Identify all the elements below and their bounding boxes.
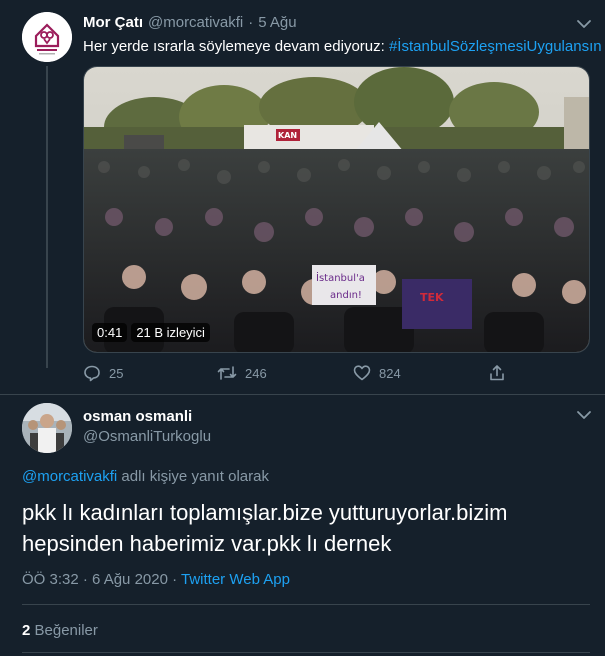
share-button[interactable]	[488, 364, 506, 382]
avatar[interactable]	[22, 12, 72, 62]
hashtag-link[interactable]: #İstanbulSözleşmesiUygulansın	[389, 38, 602, 55]
more-options-button[interactable]	[575, 15, 593, 38]
tweet-header: Mor Çatı @morcativakfi · 5 Ağu	[83, 14, 297, 31]
video-views: 21 B izleyici	[131, 323, 210, 342]
separator-dot: ·	[248, 14, 254, 31]
profile-photo	[22, 403, 72, 453]
tweet-text-line-1: pkk lı kadınları toplamışlar.bize yuttur…	[22, 500, 508, 525]
video-overlay: 0:41 21 B izleyici	[92, 323, 210, 342]
tweet-text: Her yerde ısrarla söylemeye devam ediyor…	[83, 37, 602, 57]
author-handle[interactable]: @morcativakfi	[148, 14, 243, 31]
tweet-timestamp[interactable]: ÖÖ 3:32 · 6 Ağu 2020 ·	[22, 571, 181, 588]
chevron-down-icon	[577, 411, 591, 419]
protest-sign-text: İstanbul'a	[316, 271, 365, 284]
video-thumbnail: İstanbul'a andın! TEK KAN	[84, 67, 589, 352]
author-name[interactable]: osman osmanli	[83, 408, 192, 425]
like-count: 824	[379, 365, 401, 381]
tent-text: KAN	[278, 131, 297, 140]
author-handle[interactable]: @OsmanliTurkoglu	[83, 428, 211, 445]
mor-cati-logo-icon	[22, 12, 72, 62]
likes-label: Beğeniler	[34, 622, 98, 639]
like-button[interactable]: 824	[353, 364, 401, 382]
likes-count: 2	[22, 622, 31, 639]
heart-icon	[353, 365, 371, 381]
tweet-source-link[interactable]: Twitter Web App	[181, 571, 290, 588]
share-icon	[490, 365, 504, 381]
thread-connector-line	[46, 66, 48, 368]
avatar[interactable]	[22, 403, 72, 453]
tweet-text-line-2: hepsinden haberimiz var.pkk lı dernek	[22, 531, 392, 556]
retweet-count: 246	[245, 365, 267, 381]
metadata-divider	[22, 604, 590, 605]
reply-button[interactable]: 25	[83, 364, 123, 382]
tweet-metadata: ÖÖ 3:32 · 6 Ağu 2020 · Twitter Web App	[22, 571, 290, 588]
banner-text: TEK	[420, 291, 444, 304]
author-name[interactable]: Mor Çatı	[83, 14, 143, 31]
reply-context: @morcativakfi adlı kişiye yanıt olarak	[22, 468, 269, 485]
more-options-button[interactable]	[575, 406, 593, 429]
reply-icon	[84, 365, 100, 382]
video-duration: 0:41	[92, 323, 128, 342]
reply-context-label: adlı kişiye yanıt olarak	[117, 468, 269, 485]
chevron-down-icon	[577, 20, 591, 28]
likes-summary[interactable]: 2 Beğeniler	[22, 622, 98, 639]
tweet-body: Her yerde ısrarla söylemeye devam ediyor…	[83, 38, 389, 55]
retweet-button[interactable]: 246	[217, 364, 267, 382]
bottom-divider	[22, 652, 590, 653]
video-player[interactable]: İstanbul'a andın! TEK KAN 0:41 21 B izle…	[83, 66, 590, 353]
tweet-divider	[0, 394, 605, 395]
tweet-date[interactable]: 5 Ağu	[258, 14, 296, 31]
replied-to-handle[interactable]: @morcativakfi	[22, 468, 117, 485]
retweet-icon	[217, 366, 237, 380]
protest-sign-text-2: andın!	[330, 290, 362, 301]
reply-count: 25	[109, 365, 124, 381]
